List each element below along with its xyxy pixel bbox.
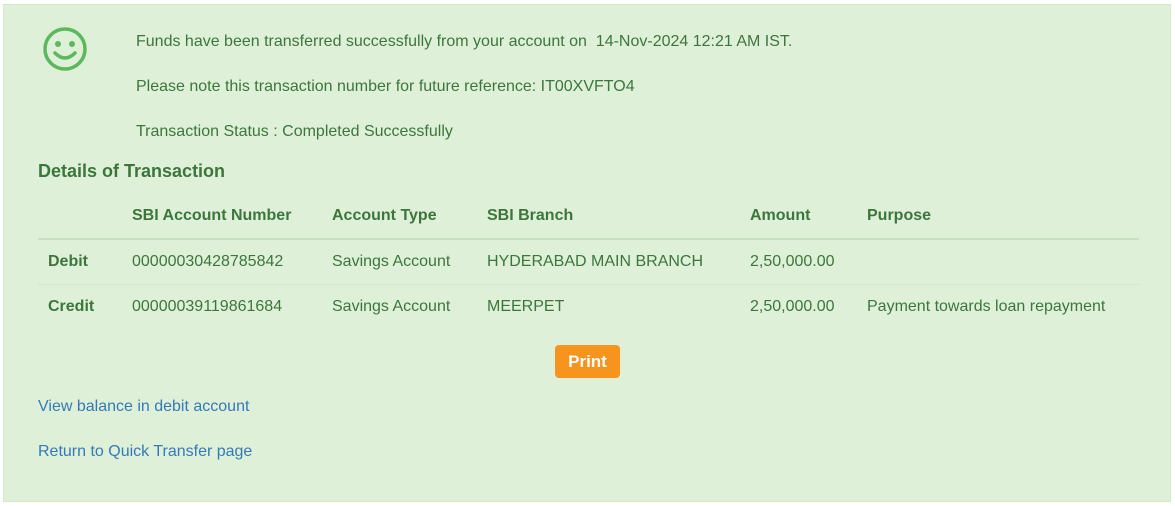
success-message: Funds have been transferred successfully…: [136, 33, 793, 50]
column-header-purpose: Purpose: [857, 194, 1139, 240]
return-quick-transfer-link[interactable]: Return to Quick Transfer page: [38, 443, 252, 461]
column-header-blank: [38, 194, 122, 240]
column-header-account-type: Account Type: [322, 194, 477, 240]
print-button[interactable]: Print: [555, 345, 620, 378]
transaction-number-message: Please note this transaction number for …: [136, 78, 635, 95]
view-balance-link[interactable]: View balance in debit account: [38, 398, 249, 416]
account-number-cell: 00000039119861684: [122, 284, 322, 329]
column-header-branch: SBI Branch: [477, 194, 740, 240]
purpose-cell: Payment towards loan repayment: [857, 284, 1139, 329]
account-type-cell: Savings Account: [322, 284, 477, 329]
branch-cell: HYDERABAD MAIN BRANCH: [487, 253, 704, 270]
amount-cell: 2,50,000.00: [750, 253, 835, 270]
transaction-table: SBI Account Number Account Type SBI Bran…: [38, 194, 1139, 329]
branch-cell: MEERPET: [477, 284, 740, 329]
details-title: Details of Transaction: [38, 161, 226, 181]
table-row-credit: Credit 00000039119861684 Savings Account…: [38, 284, 1139, 329]
success-panel: Funds have been transferred successfully…: [3, 4, 1171, 502]
purpose-cell: [857, 239, 1139, 285]
transaction-status-message: Transaction Status : Completed Successfu…: [136, 123, 453, 140]
smiley-icon: [41, 25, 89, 73]
account-number-cell: 00000030428785842: [132, 253, 284, 270]
row-label: Credit: [38, 284, 122, 329]
table-header-row: SBI Account Number Account Type SBI Bran…: [38, 194, 1139, 240]
column-header-amount: Amount: [740, 194, 857, 240]
row-label: Debit: [48, 253, 88, 270]
account-type-cell: Savings Account: [332, 253, 451, 270]
amount-cell: 2,50,000.00: [740, 284, 857, 329]
column-header-account-number: SBI Account Number: [122, 194, 322, 240]
table-row-debit: Debit 00000030428785842 Savings Account …: [38, 239, 1139, 285]
